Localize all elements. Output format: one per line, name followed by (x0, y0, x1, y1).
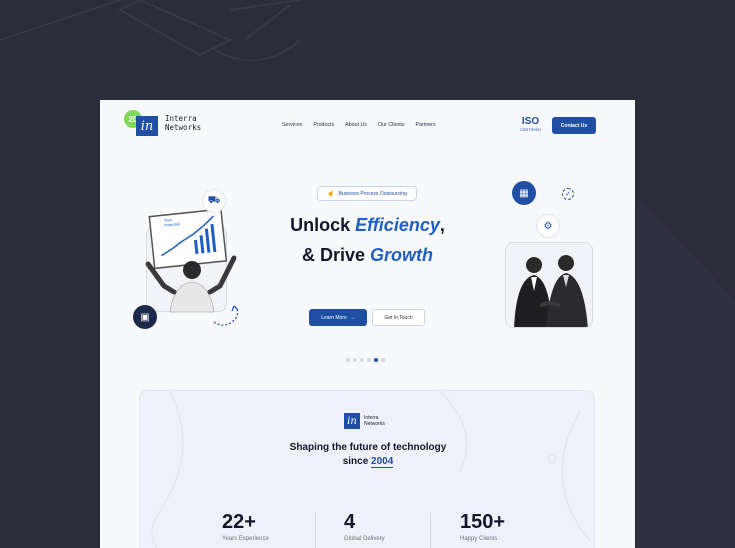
contact-us-button[interactable]: Contact Us (552, 117, 596, 134)
nav-item-about-us[interactable]: About Us (345, 122, 367, 128)
stat-label: Years Experience (222, 536, 269, 542)
stats-headline-line1: Shaping the future of technology (289, 442, 447, 453)
hero-left-illustration (145, 208, 237, 313)
logo-name-line1: Interra (165, 114, 197, 123)
stat-divider (315, 513, 316, 548)
stat-value: 4 (344, 511, 356, 533)
logo-text: Interra Networks (165, 114, 201, 132)
stats-logo-text: Interra Networks (364, 415, 385, 427)
get-in-touch-button[interactable]: Get In Touch (372, 309, 425, 326)
sign-text: Your Potential (164, 216, 181, 228)
nav-item-services[interactable]: Services (282, 122, 302, 128)
hero-title-part2: & Drive (301, 245, 371, 265)
iso-subtitle: CERTIFIED (520, 127, 542, 132)
brand-logo[interactable]: 20 in Interra Networks (124, 110, 201, 136)
slider-dot[interactable] (367, 358, 371, 362)
stat-value: 22+ (222, 511, 256, 533)
nav-item-products[interactable]: Products (313, 122, 334, 128)
logo-name-line2: Networks (165, 123, 202, 132)
learn-more-button[interactable]: Learn More → (309, 309, 367, 326)
logo-emblem: 20 in (124, 110, 160, 136)
stat-label: Global Delivery (344, 536, 385, 542)
stat-value: 150+ (460, 511, 506, 533)
slider-dot[interactable] (346, 358, 350, 362)
slider-dot[interactable] (360, 358, 364, 362)
slider-dot-active[interactable] (374, 358, 378, 362)
hero-title-comma: , (439, 215, 445, 235)
iso-certified-badge: ISO CERTIFIED (520, 116, 541, 132)
iso-mark: ISO (521, 116, 540, 127)
learn-more-label: Learn More (321, 314, 347, 321)
stats-headline-year: 2004 (371, 456, 394, 468)
service-pill: ☝ Business Process Outsourcing (317, 186, 417, 201)
stat-label: Happy Clients (460, 536, 498, 542)
slider-dot[interactable] (353, 358, 357, 362)
curved-arrow-icon (213, 305, 239, 326)
hand-icon: ☝ (327, 191, 335, 197)
arrow-right-icon: → (349, 314, 355, 321)
stats-headline: Shaping the future of technology since 2… (268, 441, 468, 469)
handshake-illustration (514, 255, 588, 327)
calendar-check-icon: ▦ (512, 181, 536, 205)
stat-delivery: 4 Global Delivery (344, 511, 385, 542)
slider-dots (346, 358, 385, 362)
logo-mark: in (136, 116, 158, 136)
service-pill-label: Business Process Outsourcing (338, 190, 407, 197)
check-circle-icon: ✓ (562, 188, 574, 200)
hero-title-efficiency: Efficiency (355, 215, 440, 235)
gears-icon: ⚙ (536, 214, 560, 238)
main-nav: Services Products About Us Our Clients P… (282, 122, 436, 128)
slider-dot[interactable] (381, 358, 385, 362)
nav-item-our-clients[interactable]: Our Clients (378, 122, 405, 128)
landing-page: 20 in Interra Networks Services Products… (100, 100, 635, 548)
stat-clients: 150+ Happy Clients (460, 511, 505, 542)
stats-logo: in Interra Networks (344, 413, 385, 429)
nav-item-partners[interactable]: Partners (416, 122, 436, 128)
hero-right-photo-frame (505, 242, 593, 328)
hero-title-part1: Unlock (290, 215, 356, 235)
hero-title-growth: Growth (370, 245, 434, 265)
about-stats-section: in Interra Networks Shaping the future o… (139, 390, 595, 548)
truck-icon: ⛟ (202, 189, 226, 213)
stat-divider (430, 513, 431, 548)
hero-title: Unlock Efficiency, & Drive Growth (250, 210, 485, 270)
stat-years: 22+ Years Experience (222, 511, 269, 542)
document-icon: ▣ (133, 305, 157, 329)
stats-logo-mark: in (344, 413, 360, 429)
stats-logo-line2: Networks (364, 421, 385, 427)
stats-headline-since: since (342, 456, 372, 467)
